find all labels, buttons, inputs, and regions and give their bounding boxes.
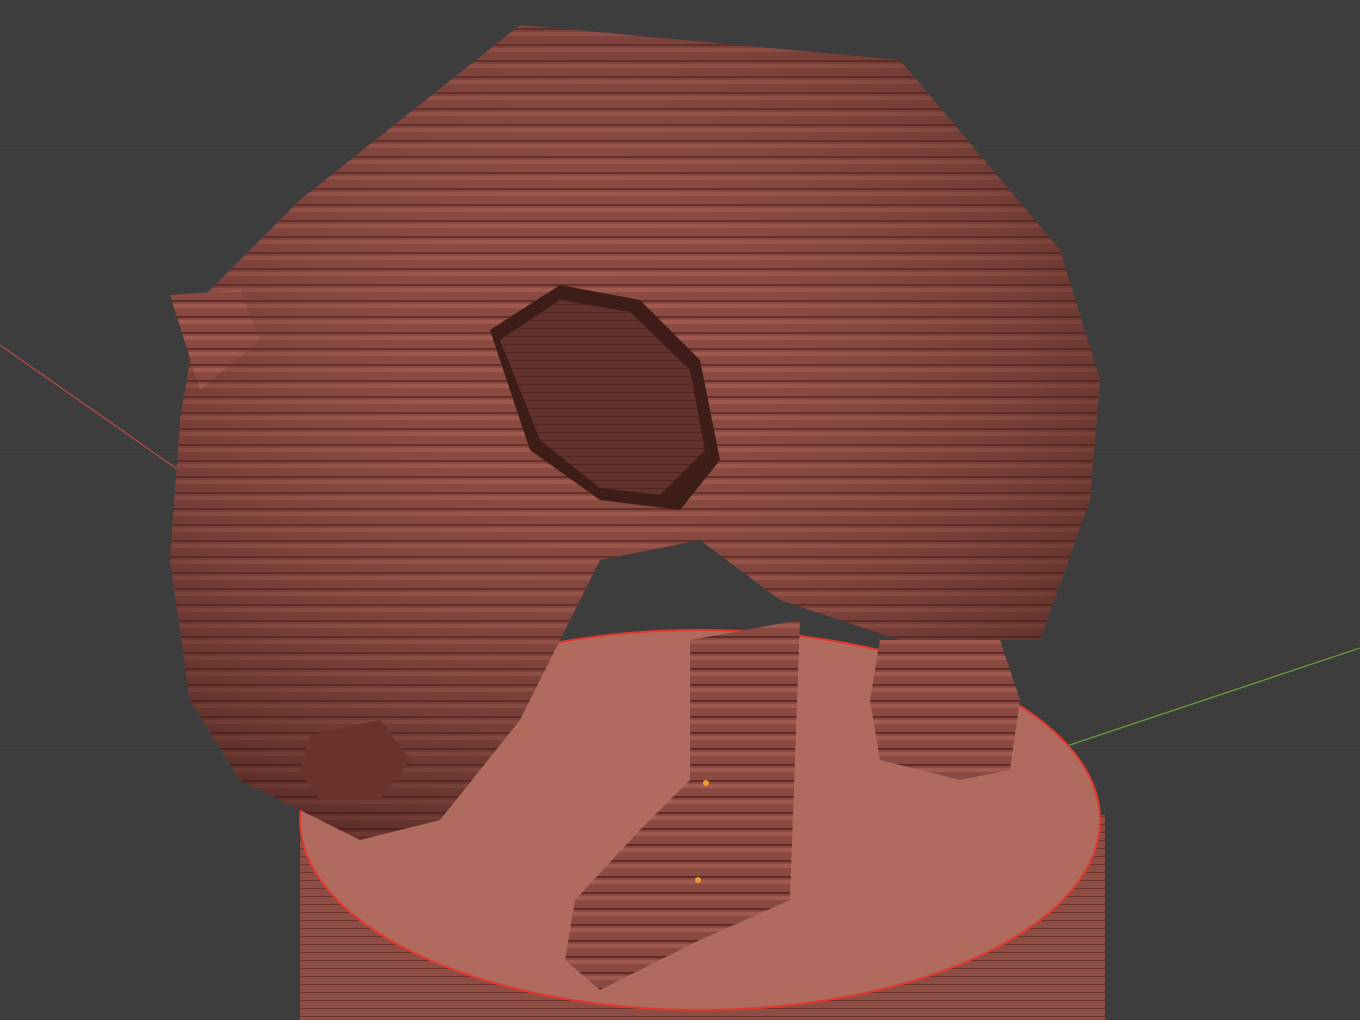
y-axis-line — [1039, 647, 1360, 756]
bear-back-leg — [870, 640, 1020, 780]
3d-viewport[interactable] — [0, 0, 1360, 1020]
x-axis-line — [0, 344, 201, 486]
vertex-marker — [695, 877, 701, 883]
vertex-marker — [703, 780, 709, 786]
viewport-canvas[interactable] — [0, 0, 1360, 1020]
